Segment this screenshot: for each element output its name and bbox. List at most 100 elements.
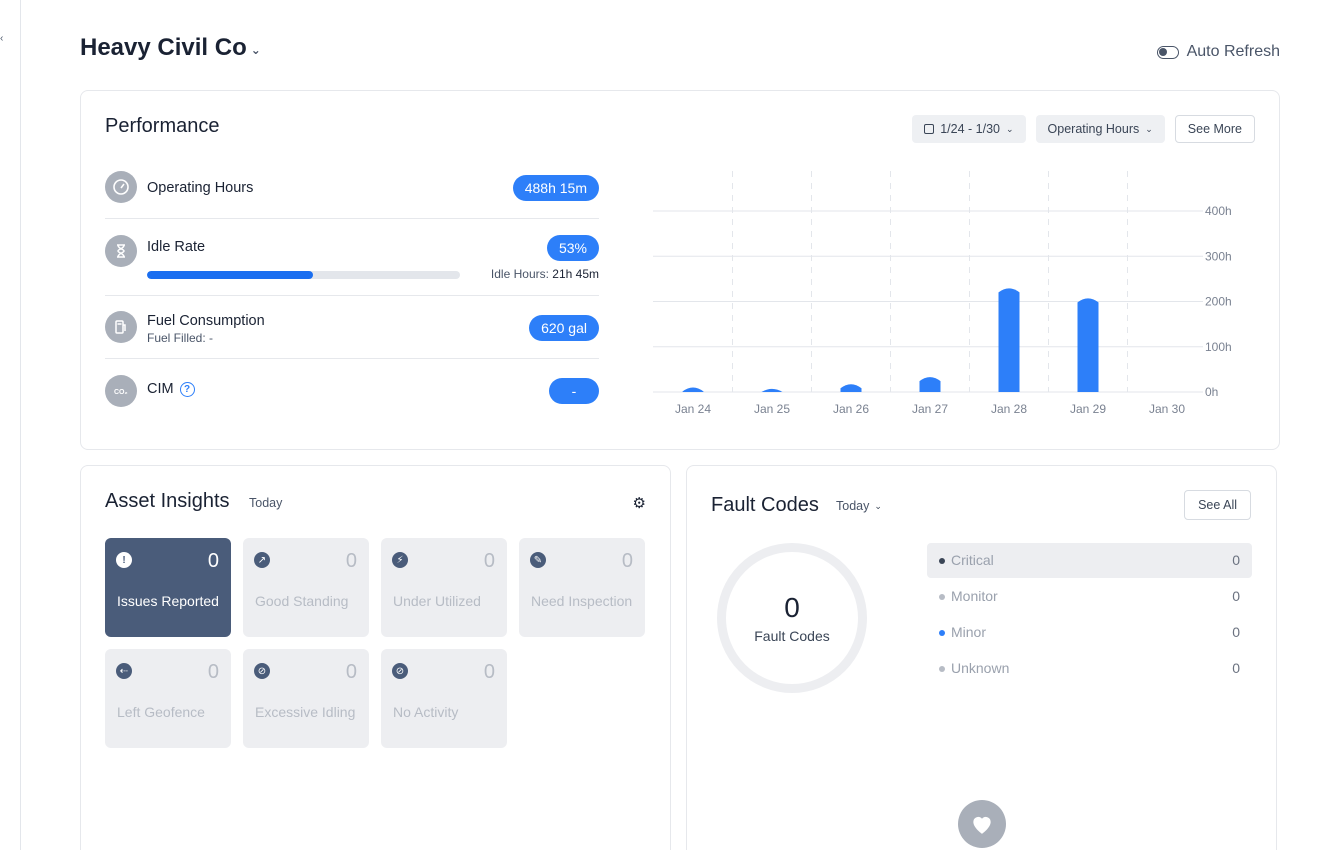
insight-tile[interactable]: ⇠ 0 Left Geofence — [105, 649, 231, 748]
collapse-icon[interactable]: ‹ — [0, 33, 3, 44]
metrics-list: Operating Hours 488h 15m Idle Rate 53% I… — [105, 165, 599, 421]
severity-row[interactable]: Unknown 0 — [927, 651, 1252, 686]
chart-y-tick: 400h — [1205, 204, 1232, 218]
idle-icon: ⊘ — [254, 663, 270, 679]
date-range-label: 1/24 - 1/30 — [940, 122, 1000, 136]
severity-row[interactable]: Monitor 0 — [927, 579, 1252, 614]
gauge-icon — [105, 171, 137, 203]
severity-count: 0 — [1232, 660, 1240, 676]
insight-count: 0 — [621, 550, 633, 572]
chevron-down-icon: ⌄ — [1145, 123, 1153, 134]
severity-row[interactable]: Minor 0 — [927, 615, 1252, 650]
insight-tile[interactable]: ⊘ 0 No Activity — [381, 649, 507, 748]
date-range-select[interactable]: 1/24 - 1/30 ⌄ — [912, 115, 1026, 143]
severity-name: Critical — [951, 552, 994, 568]
cim-value: - — [549, 378, 599, 404]
severity-name: Unknown — [951, 660, 1010, 676]
calendar-icon — [924, 124, 935, 134]
heart-icon — [958, 800, 1006, 848]
chart-y-tick: 100h — [1205, 340, 1232, 354]
trend-up-icon: ↗ — [254, 552, 270, 568]
insight-count: 0 — [483, 550, 495, 572]
chart-x-tick: Jan 25 — [754, 402, 790, 416]
insight-count: 0 — [345, 550, 357, 572]
asset-insights-title: Asset Insights — [105, 490, 230, 512]
see-all-button[interactable]: See All — [1184, 490, 1251, 520]
chevron-down-icon: ⌄ — [874, 500, 882, 511]
asset-insights-card: Asset Insights Today ⚙ ! 0 Issues Reported… — [80, 465, 671, 850]
asset-insights-period: Today — [249, 496, 283, 510]
chart-y-tick: 300h — [1205, 249, 1232, 263]
idle-rate-progress-fill — [147, 271, 313, 279]
toggle-switch-icon[interactable] — [1156, 45, 1179, 59]
auto-refresh[interactable]: Auto Refresh — [1156, 43, 1280, 61]
insight-label: Need Inspection — [531, 593, 633, 609]
metric-label: Operating Hours — [147, 180, 254, 196]
metric-select-label: Operating Hours — [1047, 122, 1140, 136]
insight-label: Issues Reported — [117, 593, 219, 609]
fault-total: 0 — [784, 592, 800, 623]
chart-bar[interactable] — [761, 388, 783, 392]
insight-tile[interactable]: ⊘ 0 Excessive Idling — [243, 649, 369, 748]
no-activity-icon: ⊘ — [392, 663, 408, 679]
fault-period-select[interactable]: Today ⌄ — [836, 499, 882, 513]
chart-bar[interactable] — [840, 384, 862, 392]
idle-hours-label: Idle Hours: — [490, 267, 549, 281]
fault-period-label: Today — [836, 499, 870, 513]
chart-y-tick: 0h — [1205, 385, 1218, 399]
see-all-label: See All — [1198, 498, 1237, 512]
metric-fuel-consumption: Fuel Consumption Fuel Filled: - 620 gal — [105, 296, 599, 359]
insight-label: Good Standing — [255, 593, 349, 609]
severity-row[interactable]: Critical 0 — [927, 543, 1252, 578]
chevron-down-icon: ⌄ — [250, 43, 261, 57]
insight-count: 0 — [483, 661, 495, 683]
chart-x-tick: Jan 24 — [675, 402, 711, 416]
idle-rate-progress — [147, 271, 460, 279]
fuel-filled: Fuel Filled: - — [147, 331, 214, 345]
insight-tile[interactable]: ✎ 0 Need Inspection — [519, 538, 645, 637]
chart-bar[interactable] — [919, 377, 941, 392]
insight-count: 0 — [207, 661, 219, 683]
performance-card: Performance 1/24 - 1/30 ⌄ Operating Hour… — [80, 90, 1280, 450]
metric-idle-rate: Idle Rate 53% Idle Hours: 21h 45m — [105, 219, 599, 296]
metric-cim: CO₂ CIM? - — [105, 359, 599, 421]
insight-tile[interactable]: ⚡ 0 Under Utilized — [381, 538, 507, 637]
left-rail: ‹ — [0, 0, 21, 850]
exit-icon: ⇠ — [116, 663, 132, 679]
severity-count: 0 — [1232, 588, 1240, 604]
severity-list: Critical 0 Monitor 0 Minor 0 Unknown 0 — [927, 543, 1252, 687]
gear-icon[interactable]: ⚙ — [633, 494, 646, 512]
insight-label: Left Geofence — [117, 704, 205, 720]
performance-controls: 1/24 - 1/30 ⌄ Operating Hours ⌄ See More — [912, 115, 1255, 143]
org-selector[interactable]: Heavy Civil Co ⌄ — [80, 34, 261, 62]
metric-cim-label-wrap: CIM? — [147, 381, 195, 397]
lightning-icon: ⚡ — [392, 552, 408, 568]
chart-bar[interactable] — [998, 288, 1020, 392]
fuel-pump-icon — [105, 311, 137, 343]
help-icon[interactable]: ? — [179, 381, 195, 397]
exclamation-icon: ! — [116, 552, 132, 568]
fuel-consumption-value: 620 gal — [529, 315, 599, 341]
severity-name: Monitor — [951, 588, 998, 604]
chart-x-tick: Jan 30 — [1149, 402, 1185, 416]
svg-text:CO₂: CO₂ — [114, 389, 128, 396]
insight-count: 0 — [207, 550, 219, 572]
performance-title: Performance — [105, 115, 220, 137]
insight-tile[interactable]: ↗ 0 Good Standing — [243, 538, 369, 637]
fault-donut: 0 Fault Codes — [717, 543, 867, 693]
insight-tile[interactable]: ! 0 Issues Reported — [105, 538, 231, 637]
severity-dot-icon — [939, 558, 945, 564]
severity-dot-icon — [939, 666, 945, 672]
severity-name: Minor — [951, 624, 987, 640]
metric-select[interactable]: Operating Hours ⌄ — [1035, 115, 1165, 143]
see-more-button[interactable]: See More — [1174, 115, 1255, 143]
chart-bar[interactable] — [1077, 298, 1099, 392]
idle-hours: Idle Hours: 21h 45m — [491, 267, 599, 281]
operating-hours-chart: 0h 100h 200h 300h 400h Jan 24 Jan 25 Jan 26 Jan … — [653, 171, 1232, 416]
fault-total-label: Fault Codes — [754, 628, 830, 644]
metric-label: Fuel Consumption — [147, 313, 265, 329]
hourglass-icon — [105, 235, 137, 267]
chart-x-tick: Jan 28 — [991, 402, 1027, 416]
chart-bar[interactable] — [682, 387, 704, 392]
chart-y-tick: 200h — [1205, 295, 1232, 309]
